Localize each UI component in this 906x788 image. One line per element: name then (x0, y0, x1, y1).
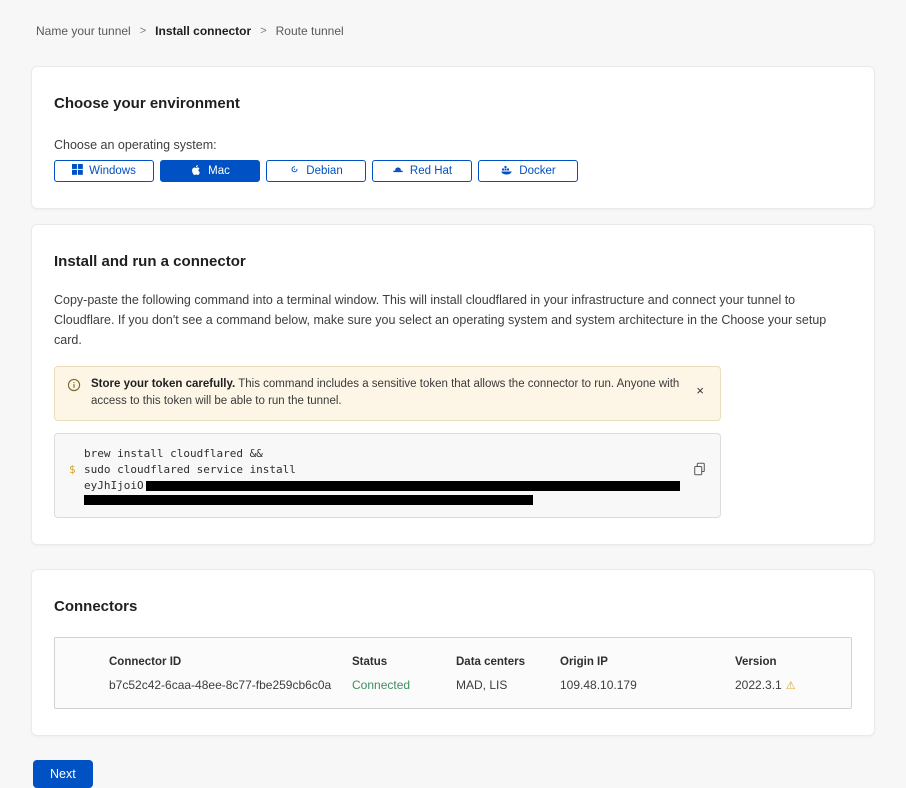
close-icon[interactable]: × (692, 382, 708, 399)
os-button-docker[interactable]: Docker (478, 160, 578, 182)
install-card-title: Install and run a connector (54, 253, 852, 270)
os-button-label: Red Hat (410, 165, 452, 177)
token-warning-text: Store your token carefully. This command… (91, 376, 682, 411)
docker-icon (500, 164, 513, 179)
os-button-label: Mac (208, 165, 230, 177)
os-button-debian[interactable]: Debian (266, 160, 366, 182)
column-header-connector-id: Connector ID (109, 656, 352, 668)
install-description: Copy-paste the following command into a … (54, 290, 852, 350)
connectors-card: Connectors Connector ID Status Data cent… (31, 569, 875, 736)
shell-prompt: $ (69, 462, 84, 478)
windows-icon (72, 164, 83, 178)
breadcrumb-step-route-tunnel[interactable]: Route tunnel (276, 24, 344, 38)
token-warning-bold: Store your token carefully. (91, 378, 235, 390)
breadcrumb-separator: > (260, 25, 266, 37)
breadcrumb: Name your tunnel > Install connector > R… (31, 0, 875, 38)
environment-card-title: Choose your environment (54, 95, 852, 112)
token-prefix: eyJhIjoiO (84, 478, 144, 494)
os-button-label: Windows (89, 165, 136, 177)
os-button-redhat[interactable]: Red Hat (372, 160, 472, 182)
token-warning-banner: Store your token carefully. This command… (54, 366, 721, 421)
connector-datacenters-value: MAD, LIS (456, 678, 560, 692)
column-header-data-centers: Data centers (456, 656, 560, 668)
redacted-token-bar (146, 481, 680, 491)
connector-version-cell: 2022.3.1 ⚠ (735, 678, 839, 692)
info-icon (67, 378, 81, 398)
connector-id-value: b7c52c42-6caa-48ee-8c77-fbe259cb6c0a (109, 678, 352, 692)
install-card: Install and run a connector Copy-paste t… (31, 224, 875, 545)
column-header-status: Status (352, 656, 456, 668)
connector-origin-ip-value: 109.48.10.179 (560, 678, 735, 692)
breadcrumb-step-name-tunnel[interactable]: Name your tunnel (36, 24, 131, 38)
code-line-1: brew install cloudflared && (84, 446, 263, 462)
os-button-label: Debian (306, 165, 342, 177)
column-header-version: Version (735, 656, 839, 668)
os-button-mac[interactable]: Mac (160, 160, 260, 182)
connector-status-value: Connected (352, 678, 456, 692)
breadcrumb-step-install-connector[interactable]: Install connector (155, 24, 251, 38)
next-button[interactable]: Next (33, 760, 93, 788)
breadcrumb-separator: > (140, 25, 146, 37)
apple-icon (190, 164, 202, 179)
copy-icon (693, 464, 706, 479)
redacted-token-bar (84, 495, 533, 505)
code-line-2: sudo cloudflared service install (84, 462, 296, 478)
install-command-block: brew install cloudflared && $ sudo cloud… (54, 433, 721, 518)
column-header-origin-ip: Origin IP (560, 656, 735, 668)
connector-version-value: 2022.3.1 (735, 678, 782, 692)
version-warning-icon: ⚠ (786, 680, 796, 692)
page: Name your tunnel > Install connector > R… (0, 0, 906, 788)
connectors-table: Connector ID Status Data centers Origin … (54, 637, 852, 709)
os-button-label: Docker (519, 165, 555, 177)
environment-card: Choose your environment Choose an operat… (31, 66, 875, 209)
os-button-windows[interactable]: Windows (54, 160, 154, 182)
os-button-group: Windows Mac Debian (54, 160, 852, 182)
os-select-label: Choose an operating system: (54, 138, 852, 152)
debian-icon (289, 164, 300, 178)
redhat-icon (392, 164, 404, 179)
copy-command-button[interactable] (691, 460, 708, 481)
connectors-card-title: Connectors (54, 598, 852, 615)
